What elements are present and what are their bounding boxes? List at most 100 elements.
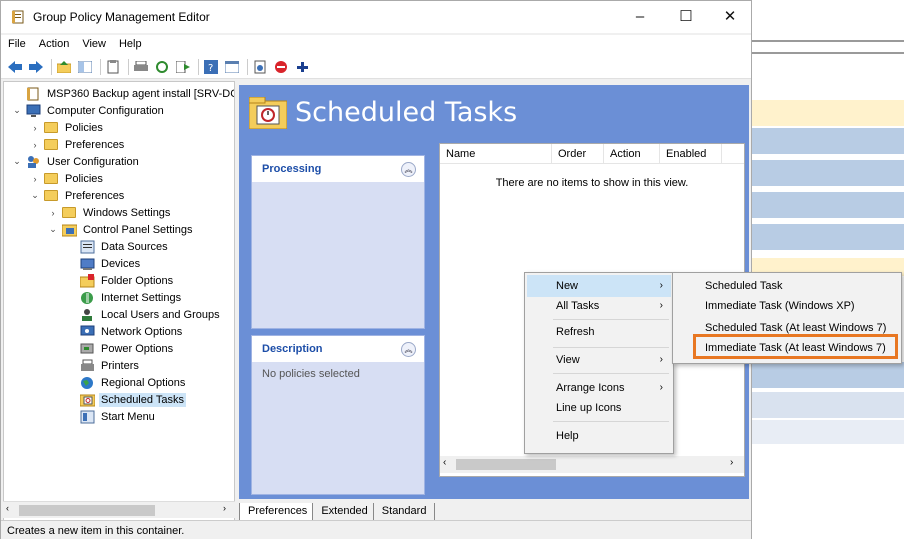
chevron-right-icon[interactable]: › [48, 208, 58, 218]
clipboard-icon[interactable] [105, 59, 121, 75]
description-header: Description ︽ [252, 336, 424, 362]
users-icon [26, 155, 45, 169]
list-scroll-thumb[interactable] [456, 459, 556, 470]
tab-preferences[interactable]: Preferences [239, 503, 317, 521]
column-name[interactable]: Name [440, 144, 552, 164]
menu-separator [553, 319, 669, 320]
tree-item[interactable]: › Policies [30, 170, 105, 187]
context-menu-label: New [556, 280, 579, 292]
minimize-button[interactable]: – [625, 7, 655, 27]
print-icon[interactable] [133, 59, 149, 75]
tree-item[interactable]: Data Sources [80, 238, 170, 255]
tree-item[interactable]: Folder Options [80, 272, 175, 289]
context-menu-item[interactable]: Refresh [527, 321, 671, 343]
scheduled-task-icon [80, 393, 99, 407]
collapse-chevron-icon[interactable]: ︽ [401, 161, 416, 177]
toolbar-separator [100, 58, 101, 75]
tree-item[interactable]: › Preferences [30, 136, 126, 153]
column-order[interactable]: Order [552, 144, 604, 164]
context-menu-label: All Tasks [556, 300, 600, 312]
chevron-down-icon[interactable]: ⌄ [48, 224, 58, 235]
maximize-button[interactable]: ☐ [671, 7, 701, 27]
chevron-right-icon: › [659, 300, 663, 311]
scroll-left-icon[interactable]: ‹ [443, 457, 446, 468]
help-icon[interactable]: ? [203, 59, 219, 75]
toolbar: ? [1, 55, 751, 79]
back-arrow-icon[interactable] [7, 59, 23, 75]
menu-action[interactable]: Action [32, 35, 76, 55]
bg-row [749, 224, 904, 250]
chevron-right-icon[interactable]: › [30, 140, 40, 150]
column-enabled[interactable]: Enabled [660, 144, 722, 164]
tab-standard[interactable]: Standard [372, 503, 436, 521]
new-item-icon[interactable] [252, 59, 268, 75]
column-action[interactable]: Action [604, 144, 660, 164]
data-sources-icon [80, 240, 99, 254]
list-horizontal-scrollbar[interactable]: ‹ › [440, 456, 744, 473]
internet-icon [80, 291, 99, 305]
context-menu-item[interactable]: All Tasks › [527, 295, 671, 317]
context-menu-item[interactable]: Line up Icons [527, 397, 671, 419]
tree-item-label: Scheduled Tasks [99, 392, 186, 407]
context-menu-item[interactable]: New › [527, 275, 671, 297]
refresh-icon[interactable] [154, 59, 170, 75]
tree-item[interactable]: Power Options [80, 340, 175, 357]
tree-scroll-thumb[interactable] [19, 505, 155, 516]
context-menu-item[interactable]: Arrange Icons › [527, 377, 671, 399]
tree-item[interactable]: Scheduled Tasks [80, 391, 186, 408]
scroll-right-icon[interactable]: › [730, 457, 733, 468]
context-menu-item[interactable]: Help [527, 425, 671, 447]
tree-item[interactable]: ⌄ Computer Configuration [12, 102, 166, 119]
stop-icon[interactable] [273, 59, 289, 75]
tree-item[interactable]: Printers [80, 357, 141, 374]
tree-item[interactable]: ⌄ Control Panel Settings [48, 221, 194, 238]
tree-item[interactable]: › Windows Settings [48, 204, 172, 221]
power-icon [80, 342, 99, 356]
tree-item[interactable]: Internet Settings [80, 289, 183, 306]
tree-item-label: Printers [101, 359, 139, 372]
menu-view[interactable]: View [75, 35, 112, 55]
tree-horizontal-scrollbar[interactable]: ‹ › [3, 501, 235, 518]
tree-item[interactable]: Network Options [80, 323, 184, 340]
tab-extended[interactable]: Extended [312, 503, 377, 521]
tree-item[interactable]: Start Menu [80, 408, 157, 425]
bg-row [749, 392, 904, 418]
tree-item[interactable]: MSP360 Backup agent install [SRV-DC.Ol [12, 85, 234, 102]
gpme-window: Group Policy Management Editor – ☐ ✕ Fil… [0, 0, 752, 539]
title-bar[interactable]: Group Policy Management Editor – ☐ ✕ [1, 1, 751, 33]
chevron-right-icon: › [659, 280, 663, 291]
properties-icon[interactable] [224, 59, 240, 75]
scroll-right-icon[interactable]: › [223, 503, 226, 513]
description-panel: Description ︽ No policies selected [251, 335, 425, 495]
control-panel-icon [62, 223, 81, 237]
tree-item[interactable]: Local Users and Groups [80, 306, 222, 323]
collapse-chevron-icon[interactable]: ︽ [401, 341, 416, 357]
scroll-left-icon[interactable]: ‹ [6, 503, 9, 513]
up-folder-icon[interactable] [56, 59, 72, 75]
tree-item[interactable]: Regional Options [80, 374, 187, 391]
chevron-right-icon[interactable]: › [30, 123, 40, 133]
chevron-down-icon[interactable]: ⌄ [12, 105, 22, 116]
toolbar-separator [247, 58, 248, 75]
forward-arrow-icon[interactable] [28, 59, 44, 75]
context-menu-label: Refresh [556, 326, 595, 338]
context-menu-item[interactable]: View › [527, 349, 671, 371]
submenu-item[interactable]: Scheduled Task [675, 275, 899, 297]
tree-item[interactable]: › Policies [30, 119, 105, 136]
chevron-down-icon[interactable]: ⌄ [30, 190, 40, 201]
show-hide-tree-icon[interactable] [77, 59, 93, 75]
bg-row [749, 128, 904, 154]
tree-item[interactable]: Devices [80, 255, 142, 272]
add-icon[interactable] [294, 59, 310, 75]
close-button[interactable]: ✕ [715, 7, 745, 27]
chevron-right-icon[interactable]: › [30, 174, 40, 184]
export-list-icon[interactable] [175, 59, 191, 75]
chevron-down-icon[interactable]: ⌄ [12, 156, 22, 167]
tree-item-label: Regional Options [101, 376, 186, 389]
menu-file[interactable]: File [1, 35, 32, 55]
submenu-item[interactable]: Immediate Task (Windows XP) [675, 295, 899, 317]
tree-item[interactable]: ⌄ Preferences [30, 187, 126, 204]
tree-item[interactable]: ⌄ User Configuration [12, 153, 141, 170]
folder-options-icon [80, 273, 99, 288]
menu-help[interactable]: Help [112, 35, 148, 55]
